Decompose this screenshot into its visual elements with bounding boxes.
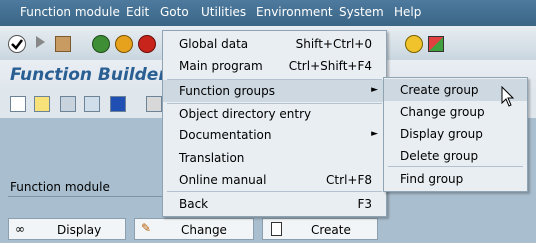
menu-function-module[interactable]: Function module	[20, 5, 120, 19]
menu-separator	[388, 166, 523, 167]
exit-icon[interactable]	[115, 35, 133, 53]
back-icon[interactable]	[92, 35, 110, 53]
create-button[interactable]: Create	[262, 218, 378, 240]
menu-utilities[interactable]: Utilities	[201, 5, 246, 19]
help-icon[interactable]	[405, 35, 423, 53]
menu-system[interactable]: System	[339, 5, 384, 19]
goto-menu: Global data Shift+Ctrl+0 Main program Ct…	[162, 30, 387, 217]
info-icon[interactable]	[110, 96, 126, 112]
menu-item-object-directory-entry[interactable]: Object directory entry	[163, 103, 386, 125]
check-icon[interactable]	[8, 35, 26, 53]
menu-item-function-groups[interactable]: Function groups ►	[163, 80, 386, 102]
menu-item-back[interactable]: Back F3	[163, 193, 386, 215]
submenu-item-delete-group[interactable]: Delete group	[384, 145, 527, 167]
page-title: Function Builder:	[10, 65, 174, 85]
menu-environment[interactable]: Environment	[256, 5, 333, 19]
menu-goto[interactable]: Goto	[160, 5, 189, 19]
submenu-item-find-group[interactable]: Find group	[384, 168, 527, 190]
function-module-label: Function module	[10, 180, 110, 194]
cancel-icon[interactable]	[138, 35, 156, 53]
menu-item-global-data[interactable]: Global data Shift+Ctrl+0	[163, 33, 386, 55]
save-icon[interactable]	[55, 36, 71, 52]
other-object-icon[interactable]	[10, 96, 26, 112]
menu-item-online-manual[interactable]: Online manual Ctrl+F8	[163, 169, 386, 191]
menu-item-main-program[interactable]: Main program Ctrl+Shift+F4	[163, 55, 386, 77]
layout-icon[interactable]	[428, 36, 444, 52]
hierarchy-icon[interactable]	[84, 96, 100, 112]
new-document-icon	[271, 222, 282, 236]
submenu-arrow-icon: ►	[371, 85, 378, 95]
glasses-icon: ∞	[15, 222, 25, 236]
change-button[interactable]: ✎ Change	[134, 218, 254, 240]
pencil-icon: ✎	[141, 221, 152, 235]
menu-separator	[167, 191, 382, 192]
submenu-arrow-icon: ►	[371, 129, 378, 139]
trash-icon[interactable]	[146, 96, 162, 112]
mouse-cursor-icon	[501, 85, 515, 111]
submenu-item-display-group[interactable]: Display group	[384, 123, 527, 145]
menu-bar: Function module Edit Goto Utilities Envi…	[0, 0, 536, 26]
display-button[interactable]: ∞ Display	[8, 218, 126, 240]
display-object-icon[interactable]	[60, 96, 76, 112]
menu-edit[interactable]: Edit	[126, 5, 149, 19]
where-used-icon[interactable]	[34, 96, 50, 112]
forward-icon[interactable]	[36, 36, 45, 48]
menu-help[interactable]: Help	[394, 5, 421, 19]
menu-item-documentation[interactable]: Documentation ►	[163, 124, 386, 146]
menu-item-translation[interactable]: Translation	[163, 147, 386, 169]
